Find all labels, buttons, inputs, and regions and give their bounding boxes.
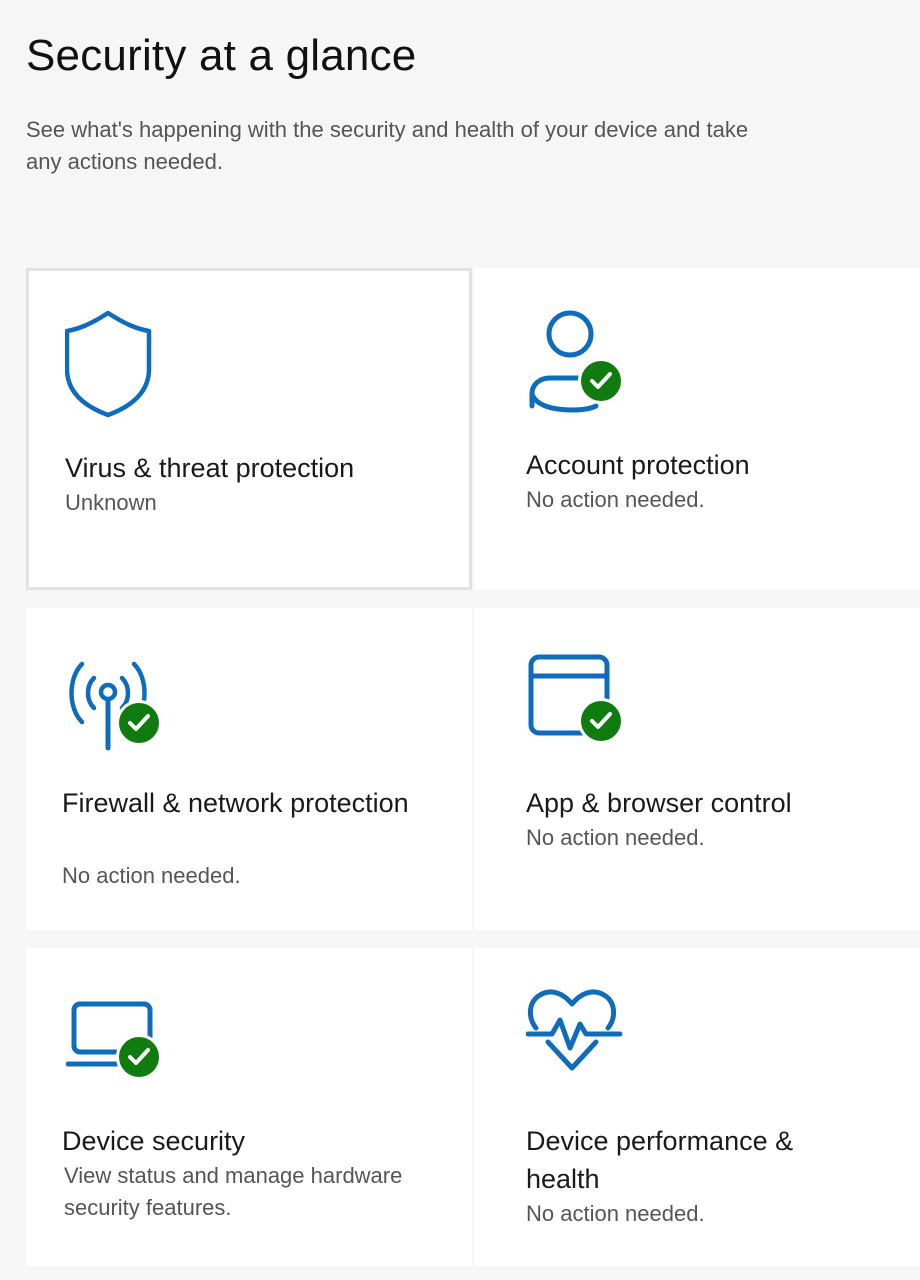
tile-status: Unknown: [65, 490, 157, 515]
shield-icon: [64, 309, 175, 419]
check-icon: [578, 698, 624, 744]
laptop-icon: [65, 1000, 176, 1110]
tile-status: No action needed.: [526, 825, 705, 850]
tile-device-security[interactable]: Device security View status and manage h…: [26, 948, 472, 1266]
tile-account-protection[interactable]: Account protection No action needed.: [474, 268, 920, 590]
page-subtitle: See what's happening with the security a…: [26, 117, 749, 174]
tile-title: App & browser control: [526, 788, 792, 818]
tile-status: View status and manage hardware security…: [64, 1163, 403, 1220]
browser-window-icon: [528, 654, 638, 764]
tile-title: Firewall & network protection: [62, 788, 409, 818]
antenna-icon: [62, 650, 172, 760]
tile-virus-threat-protection[interactable]: Virus & threat protection Unknown: [26, 268, 472, 590]
check-icon: [116, 700, 162, 746]
tile-status: No action needed.: [62, 863, 241, 888]
tile-status: No action needed.: [526, 487, 705, 512]
check-icon: [116, 1034, 162, 1080]
page-title: Security at a glance: [26, 31, 417, 80]
person-icon: [528, 306, 638, 416]
tile-device-performance-health[interactable]: Device performance & health No action ne…: [474, 948, 920, 1266]
tile-status: No action needed.: [526, 1201, 705, 1226]
tile-title: Device security: [62, 1126, 246, 1156]
tile-title: Device performance & health: [526, 1126, 794, 1194]
tile-app-browser-control[interactable]: App & browser control No action needed.: [474, 608, 920, 930]
tile-firewall-network-protection[interactable]: Firewall & network protection No action …: [26, 608, 472, 930]
tile-title: Account protection: [526, 450, 750, 480]
tile-title: Virus & threat protection: [65, 453, 355, 483]
heart-pulse-icon: [525, 988, 636, 1098]
check-icon: [578, 358, 624, 404]
